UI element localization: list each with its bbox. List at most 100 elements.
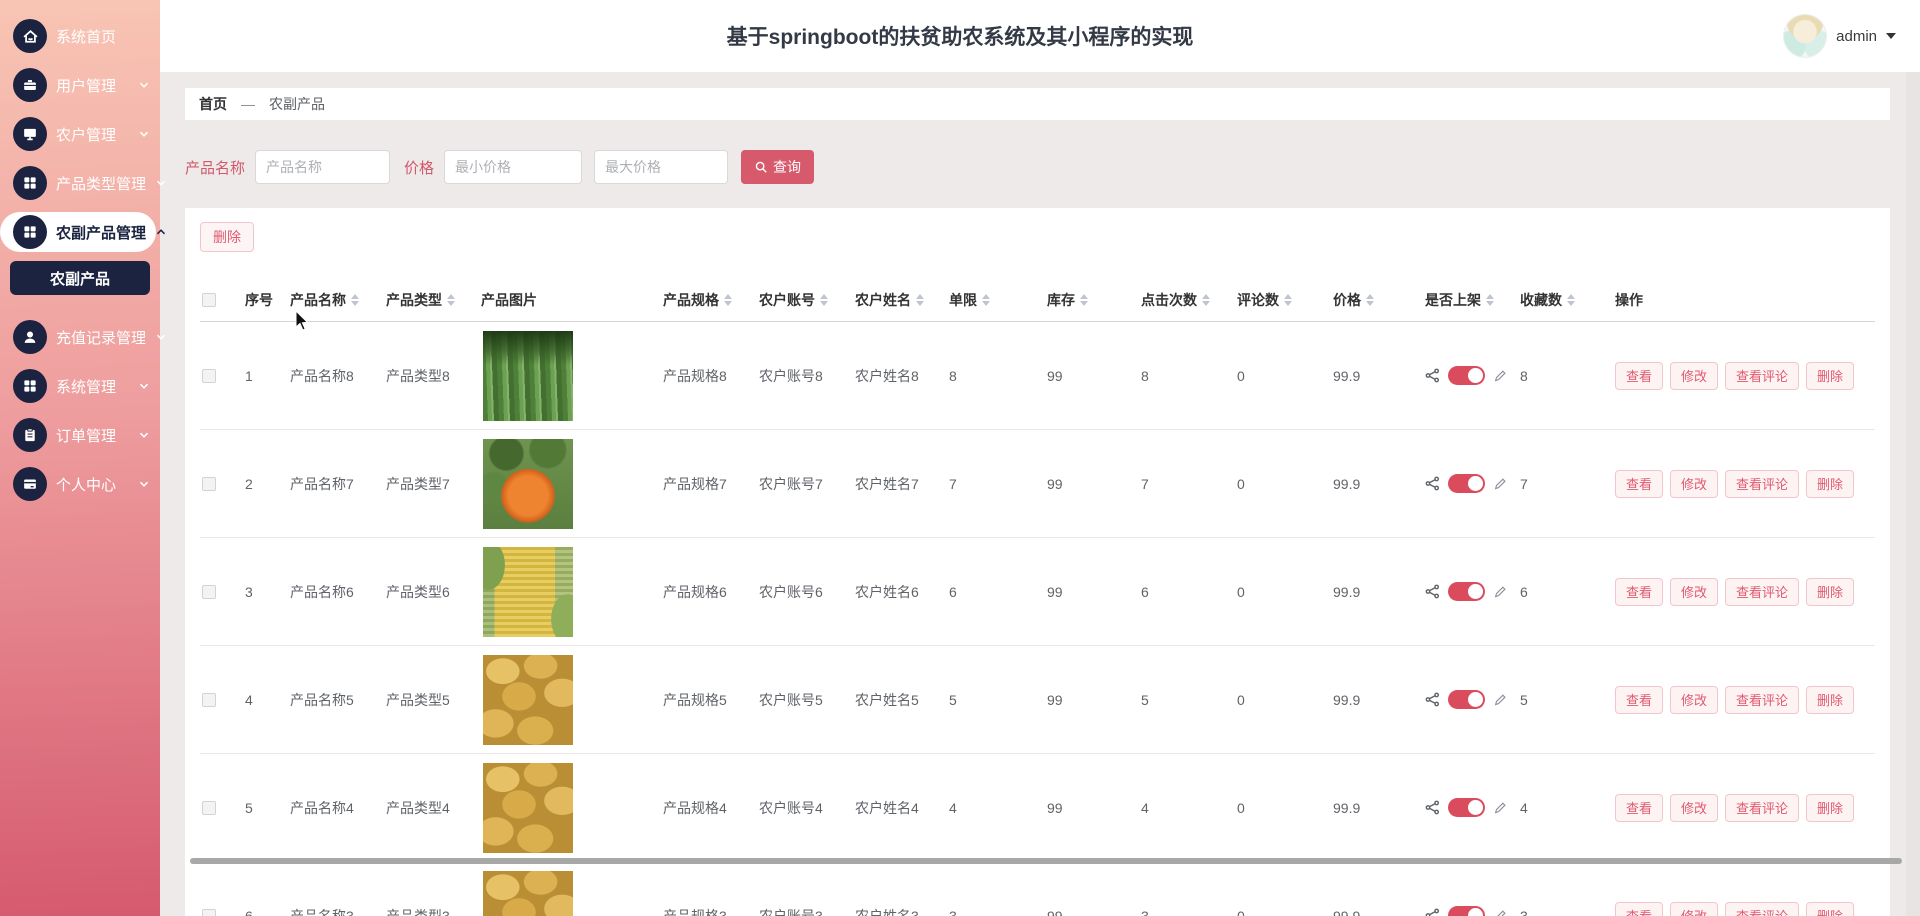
- sort-icons[interactable]: [1202, 294, 1210, 306]
- action-view-comments-button[interactable]: 查看评论: [1725, 902, 1799, 916]
- action-edit-button[interactable]: 修改: [1670, 686, 1718, 714]
- action-delete-button[interactable]: 删除: [1806, 686, 1854, 714]
- action-delete-button[interactable]: 删除: [1806, 362, 1854, 390]
- share-icon[interactable]: [1425, 476, 1440, 491]
- sort-icons[interactable]: [724, 294, 732, 306]
- cell-spec: 产品规格7: [663, 474, 759, 494]
- action-view-comments-button[interactable]: 查看评论: [1725, 794, 1799, 822]
- search-button[interactable]: 查询: [741, 150, 814, 184]
- action-view-comments-button[interactable]: 查看评论: [1725, 470, 1799, 498]
- vertical-scrollbar[interactable]: [1906, 72, 1920, 916]
- min-price-input[interactable]: [444, 150, 582, 184]
- column-header-actions: 操作: [1615, 290, 1875, 310]
- row-checkbox[interactable]: [202, 801, 216, 815]
- sidebar-subitem-farm-product[interactable]: 农副产品: [10, 261, 150, 295]
- action-delete-button[interactable]: 删除: [1806, 578, 1854, 606]
- share-icon[interactable]: [1425, 368, 1440, 383]
- edit-icon[interactable]: [1493, 693, 1507, 707]
- share-icon[interactable]: [1425, 692, 1440, 707]
- select-all-checkbox[interactable]: [202, 293, 216, 307]
- sidebar-item-personal-center[interactable]: 个人中心: [0, 464, 160, 504]
- max-price-input[interactable]: [594, 150, 728, 184]
- sort-icons[interactable]: [1366, 294, 1374, 306]
- shelf-toggle[interactable]: [1448, 582, 1485, 601]
- shelf-toggle[interactable]: [1448, 690, 1485, 709]
- sidebar-item-system-manage[interactable]: 系统管理: [0, 366, 160, 406]
- cell-image: [481, 763, 663, 853]
- sidebar-item-order-manage[interactable]: 订单管理: [0, 415, 160, 455]
- action-edit-button[interactable]: 修改: [1670, 362, 1718, 390]
- cell-actions: 查看修改查看评论删除: [1615, 578, 1875, 606]
- sort-icons[interactable]: [1080, 294, 1088, 306]
- action-view-button[interactable]: 查看: [1615, 362, 1663, 390]
- cell-limit: 8: [949, 368, 1047, 384]
- action-edit-button[interactable]: 修改: [1670, 794, 1718, 822]
- edit-icon[interactable]: [1493, 909, 1507, 916]
- cell-farmer: 农户姓名5: [855, 690, 949, 710]
- row-checkbox[interactable]: [202, 585, 216, 599]
- cell-image: [481, 655, 663, 745]
- cell-actions: 查看修改查看评论删除: [1615, 902, 1875, 916]
- row-checkbox[interactable]: [202, 693, 216, 707]
- row-checkbox[interactable]: [202, 369, 216, 383]
- action-edit-button[interactable]: 修改: [1670, 470, 1718, 498]
- edit-icon[interactable]: [1493, 369, 1507, 383]
- shelf-toggle[interactable]: [1448, 906, 1485, 916]
- action-delete-button[interactable]: 删除: [1806, 794, 1854, 822]
- sidebar-item-farmer-manage[interactable]: 农户管理: [0, 114, 160, 154]
- edit-icon[interactable]: [1493, 801, 1507, 815]
- share-icon[interactable]: [1425, 800, 1440, 815]
- sort-icons[interactable]: [351, 294, 359, 306]
- sort-icons[interactable]: [820, 294, 828, 306]
- action-edit-button[interactable]: 修改: [1670, 902, 1718, 916]
- cell-index: 4: [245, 692, 290, 708]
- action-view-button[interactable]: 查看: [1615, 686, 1663, 714]
- user-menu[interactable]: admin: [1783, 14, 1896, 58]
- breadcrumb-home[interactable]: 首页: [199, 94, 227, 114]
- share-icon[interactable]: [1425, 908, 1440, 916]
- shelf-toggle[interactable]: [1448, 366, 1485, 385]
- action-view-button[interactable]: 查看: [1615, 578, 1663, 606]
- cell-name: 产品名称3: [290, 906, 386, 916]
- action-view-button[interactable]: 查看: [1615, 794, 1663, 822]
- edit-icon[interactable]: [1493, 477, 1507, 491]
- sidebar-item-user-manage[interactable]: 用户管理: [0, 65, 160, 105]
- column-label: 农户账号: [759, 290, 815, 310]
- product-image-pumpkin: [483, 439, 573, 529]
- sidebar-item-label: 用户管理: [56, 75, 116, 96]
- shelf-toggle[interactable]: [1448, 798, 1485, 817]
- sidebar-item-system-home[interactable]: 系统首页: [0, 16, 160, 56]
- action-delete-button[interactable]: 删除: [1806, 902, 1854, 916]
- action-edit-button[interactable]: 修改: [1670, 578, 1718, 606]
- sort-icons[interactable]: [447, 294, 455, 306]
- action-view-comments-button[interactable]: 查看评论: [1725, 686, 1799, 714]
- sidebar-item-farm-product-manage[interactable]: 农副产品管理: [0, 212, 156, 252]
- row-checkbox[interactable]: [202, 909, 216, 916]
- sidebar-item-product-type-manage[interactable]: 产品类型管理: [0, 163, 160, 203]
- sort-icons[interactable]: [916, 294, 924, 306]
- delete-button[interactable]: 删除: [200, 222, 254, 252]
- sort-icons[interactable]: [1284, 294, 1292, 306]
- product-name-input[interactable]: [255, 150, 390, 184]
- action-view-comments-button[interactable]: 查看评论: [1725, 578, 1799, 606]
- cell-account: 农户账号8: [759, 366, 855, 386]
- column-header-comments: 评论数: [1237, 290, 1333, 310]
- sort-icons[interactable]: [982, 294, 990, 306]
- sidebar-item-recharge-manage[interactable]: 充值记录管理: [0, 317, 160, 357]
- sort-icons[interactable]: [1567, 294, 1575, 306]
- action-view-comments-button[interactable]: 查看评论: [1725, 362, 1799, 390]
- action-view-button[interactable]: 查看: [1615, 902, 1663, 916]
- action-view-button[interactable]: 查看: [1615, 470, 1663, 498]
- shelf-toggle[interactable]: [1448, 474, 1485, 493]
- row-checkbox[interactable]: [202, 477, 216, 491]
- table-panel: 删除 序号产品名称产品类型产品图片产品规格农户账号农户姓名单限库存点击次数评论数…: [185, 208, 1890, 916]
- cell-clicks: 6: [1141, 584, 1237, 600]
- edit-icon[interactable]: [1493, 585, 1507, 599]
- horizontal-scrollbar[interactable]: [190, 858, 1902, 864]
- sort-icons[interactable]: [1486, 294, 1494, 306]
- share-icon[interactable]: [1425, 584, 1440, 599]
- action-delete-button[interactable]: 删除: [1806, 470, 1854, 498]
- cell-favorites: 3: [1520, 908, 1615, 916]
- cell-account: 农户账号7: [759, 474, 855, 494]
- cell-name: 产品名称8: [290, 366, 386, 386]
